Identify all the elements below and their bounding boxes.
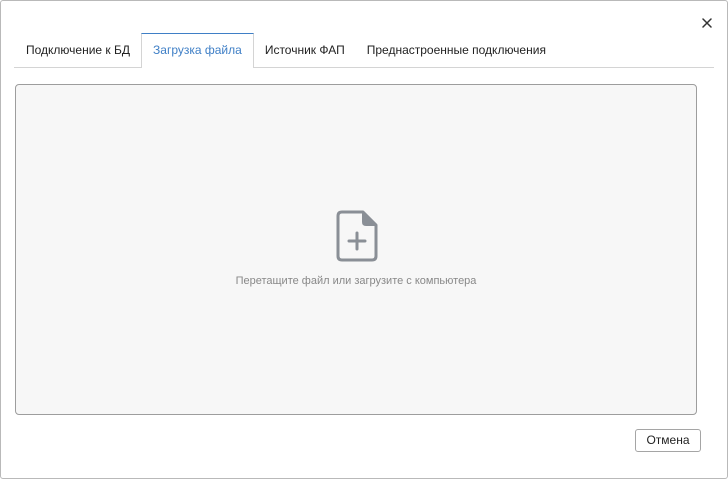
tab-fap-source[interactable]: Источник ФАП [254,33,356,67]
file-dropzone[interactable]: Перетащите файл или загрузите с компьюте… [15,84,697,415]
tab-file-upload[interactable]: Загрузка файла [141,33,254,68]
close-button[interactable] [698,14,716,32]
dropzone-text: Перетащите файл или загрузите с компьюте… [235,275,477,287]
tab-preset-connections[interactable]: Преднастроенные подключения [356,33,557,67]
tab-db-connection[interactable]: Подключение к БД [14,33,141,67]
file-add-icon [336,210,378,262]
file-upload-dialog: Подключение к БД Загрузка файла Источник… [0,0,728,479]
tab-bar: Подключение к БД Загрузка файла Источник… [14,33,714,68]
close-icon [702,18,712,28]
cancel-button[interactable]: Отмена [635,429,701,452]
